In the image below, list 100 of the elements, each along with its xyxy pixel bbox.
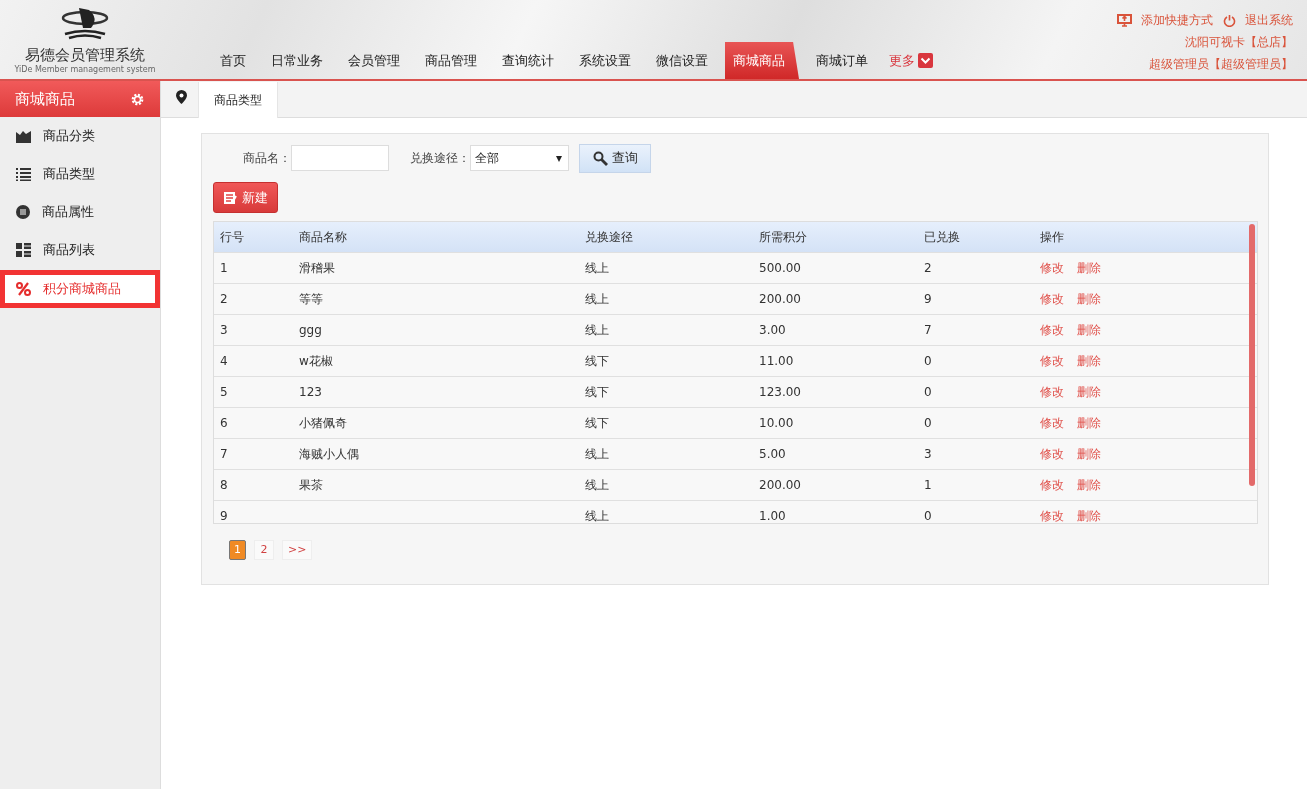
monitor-icon bbox=[1117, 14, 1132, 27]
delete-link[interactable]: 删除 bbox=[1077, 414, 1101, 432]
table-cell-text: 7 bbox=[219, 447, 229, 461]
table-cell-text: 线上 bbox=[584, 321, 610, 339]
table-cell-text: 3 bbox=[923, 447, 933, 461]
edit-link[interactable]: 修改 bbox=[1040, 259, 1064, 277]
dropdown-arrow-icon bbox=[556, 156, 562, 162]
table-cell-text: 5 bbox=[219, 385, 229, 399]
nav-tab[interactable]: 系统设置 bbox=[571, 42, 639, 79]
table-cell-text: 1.00 bbox=[758, 509, 787, 523]
page-button[interactable]: 2 bbox=[254, 540, 274, 560]
table-cell-text: 等等 bbox=[298, 290, 324, 308]
sidebar-item[interactable]: 积分商城商品 bbox=[0, 270, 160, 308]
table-cell-text: 10.00 bbox=[758, 416, 795, 430]
search-icon bbox=[592, 150, 608, 166]
delete-link[interactable]: 删除 bbox=[1077, 383, 1101, 401]
edit-link[interactable]: 修改 bbox=[1040, 321, 1064, 339]
table-cell-text: 7 bbox=[923, 323, 933, 337]
delete-link[interactable]: 删除 bbox=[1077, 445, 1101, 463]
table-cell-text: 2 bbox=[219, 292, 229, 306]
sidebar-title: 商城商品 bbox=[15, 89, 75, 109]
table-cell-text: 线上 bbox=[584, 290, 610, 308]
gear-icon[interactable] bbox=[130, 91, 145, 107]
nav-tab[interactable]: 查询统计 bbox=[494, 42, 562, 79]
table-cell-text: 0 bbox=[923, 416, 933, 430]
nav-tab[interactable]: 日常业务 bbox=[263, 42, 331, 79]
field-label: 兑换途径： bbox=[410, 149, 470, 167]
power-icon bbox=[1223, 14, 1236, 27]
edit-link[interactable]: 修改 bbox=[1040, 445, 1064, 463]
table-cell-text: 果茶 bbox=[298, 476, 324, 494]
query-button[interactable]: 查询 bbox=[579, 143, 651, 173]
edit-link[interactable]: 修改 bbox=[1040, 414, 1064, 432]
edit-link[interactable]: 修改 bbox=[1040, 290, 1064, 308]
sidebar-item[interactable]: 商品列表 bbox=[0, 231, 160, 269]
nav-tab[interactable]: 商城商品 bbox=[725, 42, 799, 79]
product-name-field[interactable] bbox=[291, 145, 389, 171]
delete-link[interactable]: 删除 bbox=[1077, 321, 1101, 339]
nav-tab[interactable]: 首页 bbox=[212, 42, 254, 79]
delete-link[interactable]: 删除 bbox=[1077, 290, 1101, 308]
delete-link[interactable]: 删除 bbox=[1077, 476, 1101, 494]
column-header: 行号 bbox=[219, 228, 245, 246]
nav-tab[interactable]: 会员管理 bbox=[340, 42, 408, 79]
table-cell-text: 3 bbox=[219, 323, 229, 337]
page-button[interactable]: >> bbox=[282, 540, 313, 560]
edit-link[interactable]: 修改 bbox=[1040, 383, 1064, 401]
table-cell-text: 线下 bbox=[584, 383, 610, 401]
delete-link[interactable]: 删除 bbox=[1077, 352, 1101, 370]
sidebar-item[interactable]: 商品属性 bbox=[0, 193, 160, 231]
nav-tab[interactable]: 微信设置 bbox=[648, 42, 716, 79]
table-cell-text: 2 bbox=[923, 261, 933, 275]
table-cell-text: ggg bbox=[298, 323, 323, 337]
table-cell-text: 线下 bbox=[584, 352, 610, 370]
chart-icon bbox=[16, 129, 31, 143]
sidebar-item[interactable]: 商品类型 bbox=[0, 155, 160, 193]
nav-tab[interactable]: 商城订单 bbox=[808, 42, 876, 79]
delete-link[interactable]: 删除 bbox=[1077, 507, 1101, 523]
logo-title: 易德会员管理系统 bbox=[25, 46, 145, 65]
edit-link[interactable]: 修改 bbox=[1040, 352, 1064, 370]
table-cell-text: 5.00 bbox=[758, 447, 787, 461]
more-menu[interactable]: 更多 bbox=[889, 42, 933, 79]
delete-link[interactable]: 删除 bbox=[1077, 259, 1101, 277]
add-shortcut-link[interactable]: 添加快捷方式 bbox=[1117, 12, 1213, 29]
table-cell-text: 9 bbox=[923, 292, 933, 306]
logout-link[interactable]: 退出系统 bbox=[1223, 12, 1293, 29]
route-select[interactable]: 全部 bbox=[470, 145, 569, 171]
table-cell-text: w花椒 bbox=[298, 352, 334, 370]
table-cell-text: 4 bbox=[219, 354, 229, 368]
page-tab[interactable]: 商品类型 bbox=[198, 82, 278, 118]
table-cell-text: 11.00 bbox=[758, 354, 795, 368]
table-cell-text: 滑稽果 bbox=[298, 259, 336, 277]
table-cell-text: 200.00 bbox=[758, 478, 802, 492]
table-cell-text: 123 bbox=[298, 385, 323, 399]
scrollbar[interactable] bbox=[1249, 224, 1255, 486]
table-cell-text: 线上 bbox=[584, 259, 610, 277]
table-cell-text: 500.00 bbox=[758, 261, 802, 275]
table-cell-text: 6 bbox=[219, 416, 229, 430]
store-name: 沈阳可视卡【总店】 bbox=[1185, 34, 1293, 51]
sidebar-item[interactable]: 商品分类 bbox=[0, 117, 160, 155]
location-pin-icon bbox=[176, 90, 187, 104]
table-cell-text: 123.00 bbox=[758, 385, 802, 399]
page-button[interactable]: 1 bbox=[229, 540, 246, 560]
edit-link[interactable]: 修改 bbox=[1040, 476, 1064, 494]
column-header: 已兑换 bbox=[923, 228, 961, 246]
field-label: 商品名： bbox=[243, 149, 291, 167]
table-cell-text: 8 bbox=[219, 478, 229, 492]
table-cell-text: 3.00 bbox=[758, 323, 787, 337]
table-cell-text: 9 bbox=[219, 509, 229, 523]
column-header: 兑换途径 bbox=[584, 228, 634, 246]
table-cell-text: 0 bbox=[923, 354, 933, 368]
table-cell-text: 1 bbox=[923, 478, 933, 492]
logo-subtitle: YiDe Member management system bbox=[14, 65, 156, 74]
list-icon bbox=[16, 167, 31, 181]
column-header: 操作 bbox=[1039, 228, 1065, 246]
edit-link[interactable]: 修改 bbox=[1040, 507, 1064, 523]
grid-icon bbox=[16, 243, 31, 257]
chevron-down-icon bbox=[918, 53, 933, 68]
table-cell-text: 线上 bbox=[584, 507, 610, 523]
new-button[interactable]: 新建 bbox=[213, 182, 278, 213]
table-cell-text: 线上 bbox=[584, 445, 610, 463]
nav-tab[interactable]: 商品管理 bbox=[417, 42, 485, 79]
